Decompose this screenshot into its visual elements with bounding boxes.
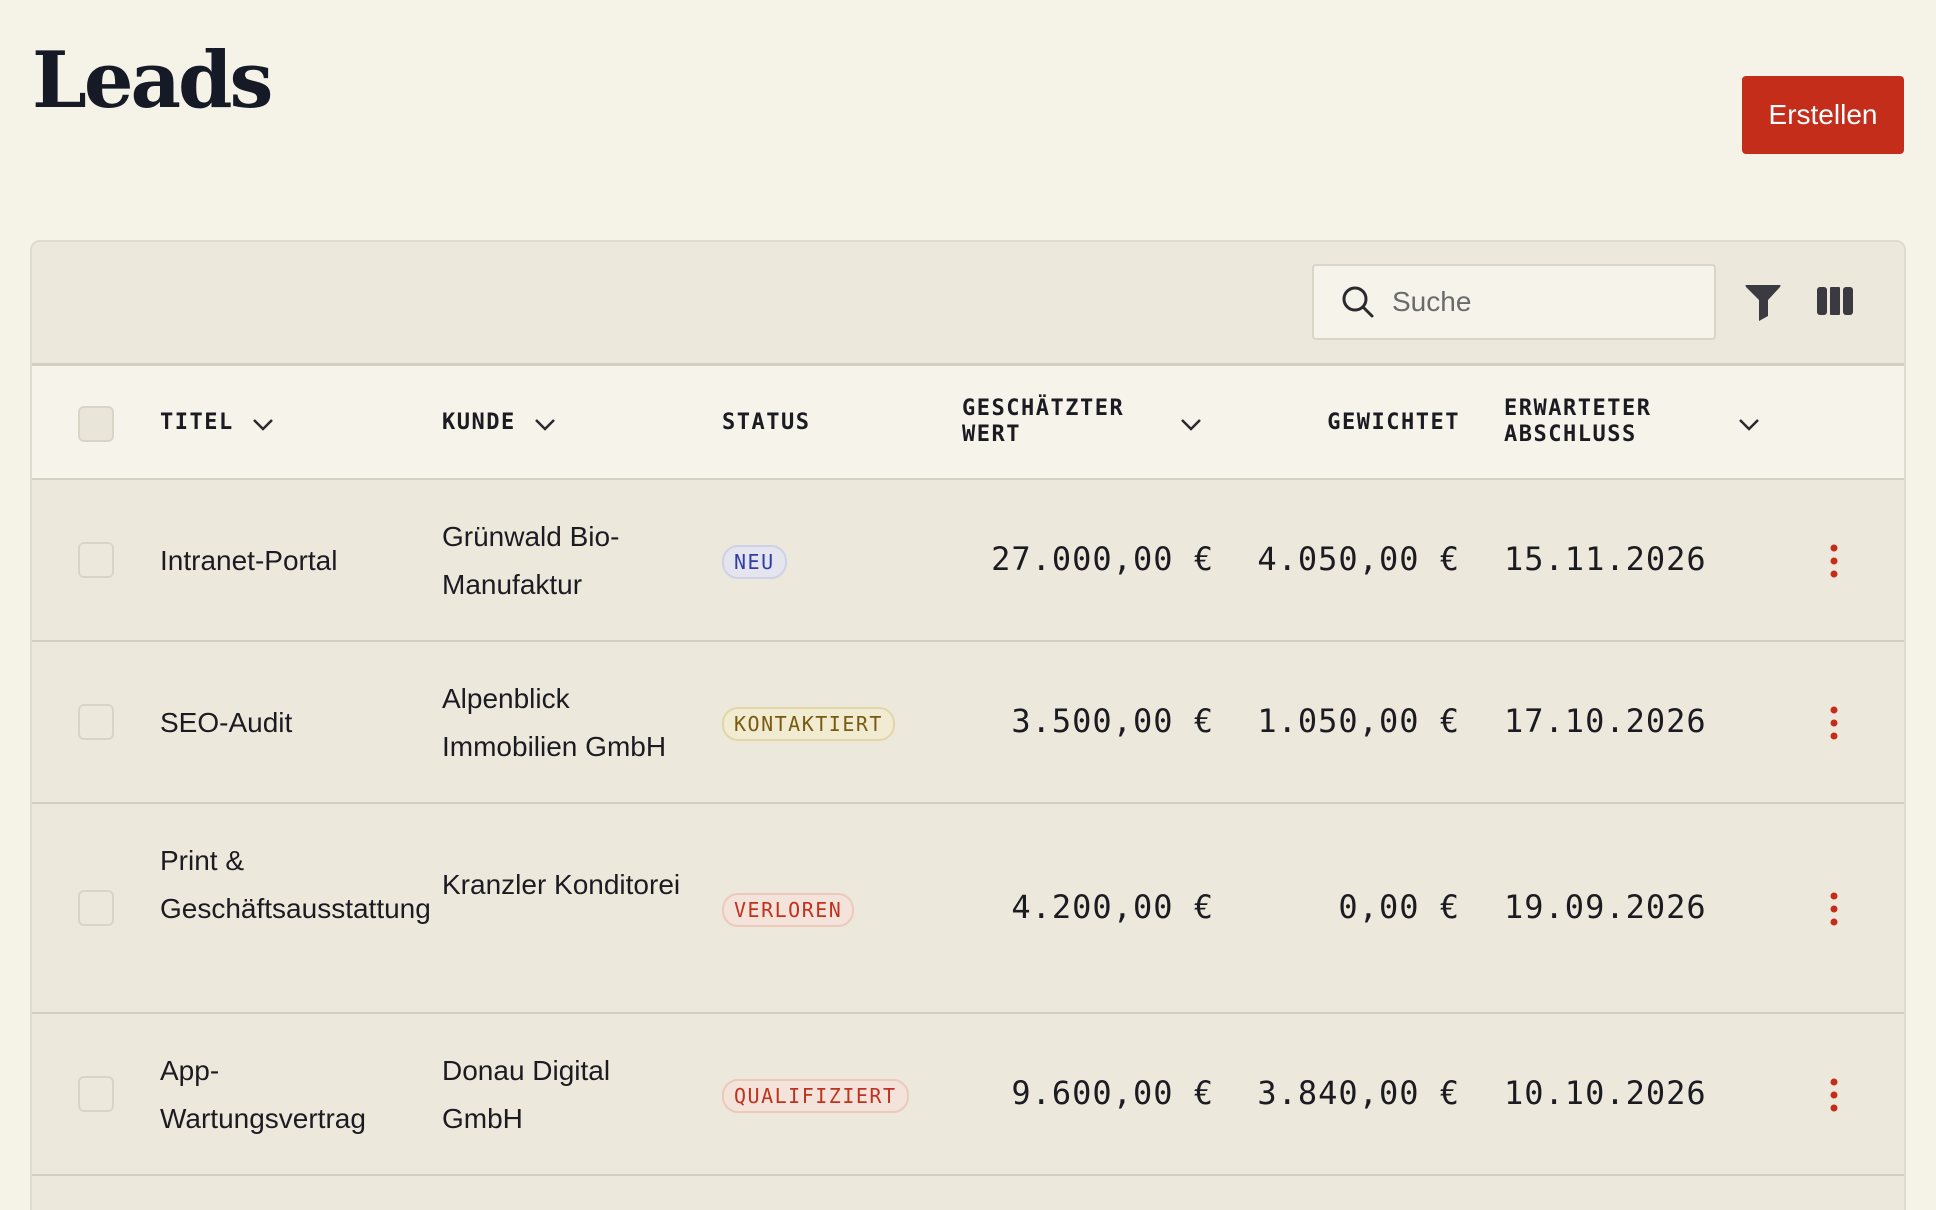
estimated-value: 9.600,00 € (1011, 1074, 1214, 1112)
lead-client: Grünwald Bio-Manufaktur (442, 521, 620, 600)
lead-title[interactable]: Intranet-Portal (160, 537, 400, 585)
weighted-value: 3.840,00 € (1257, 1074, 1460, 1112)
column-header-client[interactable]: KUNDE (442, 410, 516, 436)
select-all-checkbox[interactable] (78, 406, 114, 442)
chevron-down-icon[interactable] (1180, 418, 1202, 432)
table-row[interactable]: Print & Geschäftsausstattung Kranzler Ko… (32, 804, 1904, 1014)
column-header-estimated-value[interactable]: GESCHÄTZTER WERT (962, 396, 1152, 448)
expected-close-date: 15.11.2026 (1504, 540, 1707, 578)
create-button[interactable]: Erstellen (1742, 76, 1904, 154)
weighted-value: 1.050,00 € (1257, 702, 1460, 740)
columns-icon[interactable] (1816, 286, 1854, 316)
more-options-icon[interactable] (1826, 705, 1842, 741)
table-row[interactable]: App-Wartungsvertrag Donau Digital GmbH Q… (32, 1014, 1904, 1176)
lead-client: Donau Digital GmbH (442, 1055, 611, 1134)
filter-icon[interactable] (1744, 282, 1782, 322)
status-badge: QUALIFIZIERT (722, 1079, 909, 1113)
estimated-value: 27.000,00 € (991, 540, 1214, 578)
lead-client: Alpenblick Immobilien GmbH (442, 683, 667, 762)
weighted-value: 0,00 € (1338, 888, 1460, 926)
table-toolbar (32, 242, 1904, 366)
status-cell: QUALIFIZIERT (722, 1070, 909, 1118)
column-header-status: STATUS (722, 410, 811, 435)
search-icon (1342, 286, 1374, 318)
row-checkbox[interactable] (78, 704, 114, 740)
more-options-icon[interactable] (1826, 891, 1842, 927)
row-checkbox[interactable] (78, 1076, 114, 1112)
page-title: Leads (32, 35, 273, 126)
chevron-down-icon[interactable] (1738, 418, 1760, 432)
leads-page: Leads Erstellen TITEL (0, 0, 1936, 1210)
chevron-down-icon[interactable] (534, 418, 556, 432)
table-row[interactable]: Intranet-Portal Grünwald Bio-Manufaktur … (32, 480, 1904, 642)
status-badge: KONTAKTIERT (722, 707, 895, 741)
expected-close-date: 19.09.2026 (1504, 888, 1707, 926)
lead-client: Kranzler Konditorei (442, 869, 681, 900)
estimated-value: 4.200,00 € (1011, 888, 1214, 926)
column-header-expected-close[interactable]: ERWARTETER ABSCHLUSS (1504, 396, 1694, 448)
status-cell: NEU (722, 536, 787, 584)
more-options-icon[interactable] (1826, 543, 1842, 579)
column-header-weighted: GEWICHTET (1327, 410, 1460, 435)
leads-table: TITEL KUNDE STATUS GESCHÄTZTER WERT GEWI… (30, 240, 1906, 1210)
search-box[interactable] (1312, 264, 1716, 340)
row-checkbox[interactable] (78, 542, 114, 578)
column-header-title[interactable]: TITEL (160, 410, 234, 436)
search-input[interactable] (1392, 278, 1692, 326)
status-badge: NEU (722, 545, 787, 579)
lead-title[interactable]: SEO-Audit (160, 699, 400, 747)
expected-close-date: 10.10.2026 (1504, 1074, 1707, 1112)
table-header: TITEL KUNDE STATUS GESCHÄTZTER WERT GEWI… (32, 366, 1904, 480)
lead-title[interactable]: App-Wartungsvertrag (160, 1047, 400, 1143)
row-checkbox[interactable] (78, 890, 114, 926)
expected-close-date: 17.10.2026 (1504, 702, 1707, 740)
status-badge: VERLOREN (722, 893, 855, 927)
status-cell: VERLOREN (722, 884, 855, 932)
chevron-down-icon[interactable] (252, 418, 274, 432)
status-cell: KONTAKTIERT (722, 698, 895, 746)
weighted-value: 4.050,00 € (1257, 540, 1460, 578)
table-row[interactable]: SEO-Audit Alpenblick Immobilien GmbH KON… (32, 642, 1904, 804)
estimated-value: 3.500,00 € (1011, 702, 1214, 740)
more-options-icon[interactable] (1826, 1077, 1842, 1113)
lead-title[interactable]: Print & Geschäftsausstattung (160, 837, 431, 933)
